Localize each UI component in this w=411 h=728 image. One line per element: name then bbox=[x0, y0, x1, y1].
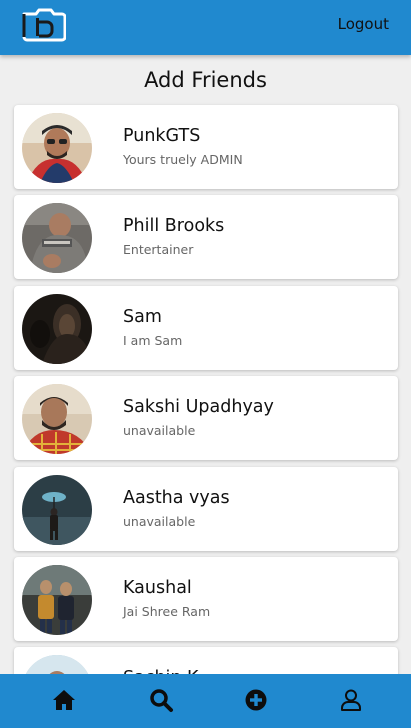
friend-card[interactable]: Aastha vyas unavailable bbox=[14, 466, 398, 551]
friend-name: Kaushal bbox=[123, 577, 192, 598]
friend-name: Sakshi Upadhyay bbox=[123, 397, 274, 418]
friend-status: Entertainer bbox=[123, 242, 194, 258]
avatar bbox=[22, 474, 92, 545]
avatar bbox=[22, 293, 92, 364]
avatar bbox=[22, 113, 92, 183]
friend-card[interactable]: PunkGTS Yours truely ADMIN bbox=[14, 105, 398, 189]
profile-icon[interactable] bbox=[338, 687, 364, 713]
friend-name: Phill Brooks bbox=[123, 216, 225, 237]
friend-card[interactable]: Sakshi Upadhyay unavailable bbox=[14, 376, 398, 461]
bottom-navigation bbox=[0, 674, 411, 728]
add-circle-icon[interactable] bbox=[243, 687, 269, 713]
page-title: Add Friends bbox=[144, 68, 267, 92]
friends-list: PunkGTS Yours truely ADMIN Phill Brooks … bbox=[14, 105, 398, 728]
avatar bbox=[22, 384, 92, 455]
friend-status: I am Sam bbox=[123, 332, 183, 348]
camera-logo-icon[interactable] bbox=[20, 8, 67, 44]
avatar bbox=[22, 203, 92, 274]
friend-card[interactable]: Sam I am Sam bbox=[14, 285, 398, 370]
top-app-bar: Logout bbox=[0, 0, 411, 55]
friend-name: Aastha vyas bbox=[123, 487, 230, 508]
home-icon[interactable] bbox=[51, 687, 77, 713]
friend-card[interactable]: Kaushal Jai Shree Ram bbox=[14, 556, 398, 641]
search-icon[interactable] bbox=[148, 687, 174, 713]
friend-status: Yours truely ADMIN bbox=[123, 152, 243, 167]
friend-status: Jai Shree Ram bbox=[123, 603, 211, 619]
logout-button[interactable]: Logout bbox=[338, 15, 389, 33]
avatar bbox=[22, 564, 92, 635]
friend-status: unavailable bbox=[123, 423, 196, 439]
friend-card[interactable]: Phill Brooks Entertainer bbox=[14, 195, 398, 280]
friend-status: unavailable bbox=[123, 513, 196, 529]
friend-name: Sam bbox=[123, 306, 162, 327]
friend-name: PunkGTS bbox=[123, 126, 201, 146]
app-screen: Logout Add Friends PunkGTS Yours truely … bbox=[0, 0, 411, 728]
